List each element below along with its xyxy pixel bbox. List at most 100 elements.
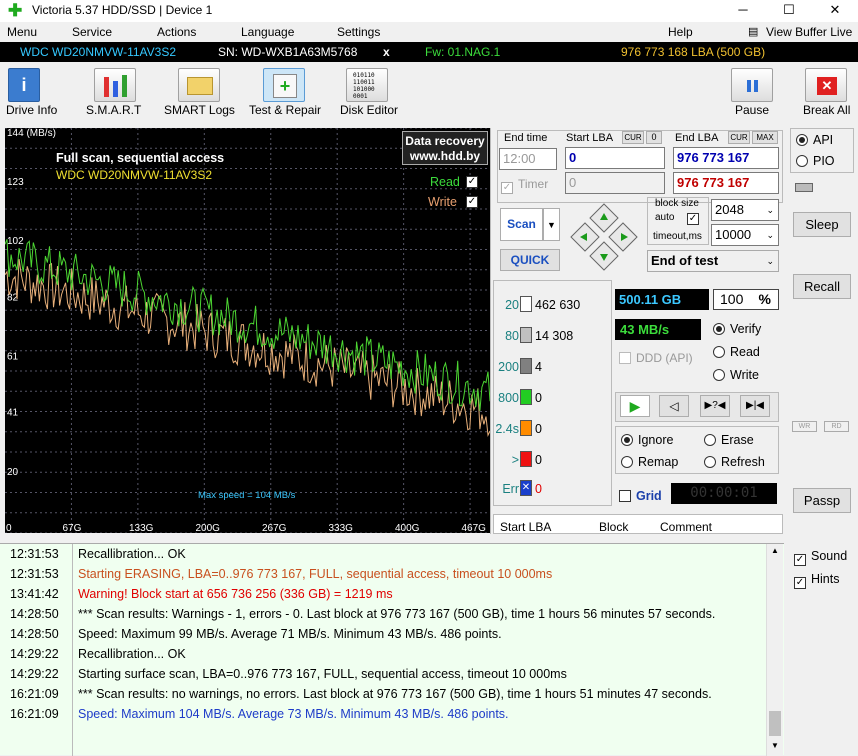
view-buffer-live[interactable]: View Buffer Live	[766, 25, 852, 39]
timer-value: 0	[569, 175, 577, 190]
pause-icon	[747, 80, 751, 92]
block-size-select[interactable]: 2048 ⌄	[711, 199, 779, 221]
col-block[interactable]: Block	[599, 520, 628, 534]
latency-label: 800	[498, 391, 519, 405]
timeout-select[interactable]: 10000 ⌄	[711, 224, 779, 246]
pause-button[interactable]	[731, 68, 773, 102]
grid-row[interactable]: Grid	[619, 489, 662, 503]
minimize-button[interactable]: ─	[720, 0, 766, 22]
break-all-button[interactable]: ✕	[805, 68, 847, 102]
passp-button[interactable]: Passp	[793, 488, 851, 513]
erase-radio[interactable]: Erase	[704, 433, 754, 447]
y-tick-label: 102	[7, 236, 24, 247]
recall-button[interactable]: Recall	[793, 274, 851, 299]
menu-service[interactable]: Service	[72, 25, 112, 39]
read-radio[interactable]: Read	[713, 345, 760, 359]
direction-pad[interactable]	[570, 203, 638, 271]
refresh-radio[interactable]: Refresh	[704, 455, 765, 469]
log-message: *** Scan results: no warnings, no errors…	[78, 687, 712, 701]
maximize-button[interactable]: ☐	[766, 0, 812, 22]
sleep-button[interactable]: Sleep	[793, 212, 851, 237]
menu-menu[interactable]: Menu	[7, 25, 37, 39]
end-cur-button[interactable]: CUR	[728, 131, 750, 144]
test-tubes-icon-3	[122, 75, 127, 97]
latency-count: 14 308	[535, 329, 574, 343]
end-lba-current-field[interactable]: 976 773 167	[673, 172, 779, 194]
play-button[interactable]: ▶	[620, 395, 650, 417]
start-zero-button[interactable]: 0	[646, 131, 662, 144]
col-start-lba[interactable]: Start LBA	[500, 520, 551, 534]
timer-field[interactable]: 0	[565, 172, 665, 194]
chevron-down-icon: ⌄	[766, 256, 774, 266]
disk-editor-button[interactable]: 010110 110011 101000 0001	[346, 68, 388, 102]
end-lba-value: 976 773 167	[677, 150, 750, 165]
test-repair-button[interactable]: +	[263, 68, 305, 102]
read-checkbox[interactable]: ✓	[466, 176, 478, 188]
auto-checkbox[interactable]: ✓	[687, 213, 699, 225]
scroll-thumb[interactable]	[769, 711, 781, 736]
write-radio[interactable]: Write	[713, 368, 759, 382]
grid-checkbox[interactable]	[619, 490, 631, 502]
jump-button[interactable]: ▶?◀	[700, 395, 730, 417]
write-checkbox[interactable]: ✓	[466, 196, 478, 208]
ddd-api-checkbox[interactable]	[619, 352, 631, 364]
pio-radio[interactable]: PIO	[796, 154, 835, 168]
start-lba-value: 0	[569, 150, 577, 165]
end-of-test-value: End of test	[651, 253, 719, 268]
end-max-button[interactable]: MAX	[752, 131, 778, 144]
rd-indicator: RD	[824, 421, 849, 432]
menu-help[interactable]: Help	[668, 25, 693, 39]
log-scrollbar[interactable]: ▲ ▼	[766, 544, 783, 756]
x-tick-label: 267G	[262, 523, 287, 533]
smart-logs-label: SMART Logs	[164, 103, 235, 117]
log-message: Speed: Maximum 99 MB/s. Average 71 MB/s.…	[78, 627, 502, 641]
test-repair-label: Test & Repair	[249, 103, 322, 117]
menu-settings[interactable]: Settings	[337, 25, 380, 39]
sound-row[interactable]: ✓ Sound	[794, 549, 847, 566]
col-comment[interactable]: Comment	[660, 520, 712, 534]
firmware: Fw: 01.NAG.1	[425, 45, 501, 59]
end-time-field[interactable]: 12:00	[499, 148, 557, 170]
start-cur-button[interactable]: CUR	[622, 131, 644, 144]
verify-radio[interactable]: Verify	[713, 322, 761, 336]
end-of-test-select[interactable]: End of test ⌄	[647, 250, 779, 272]
timer-checkbox[interactable]: ✓	[501, 182, 513, 194]
sound-checkbox[interactable]: ✓	[794, 554, 806, 566]
smart-button[interactable]	[94, 68, 136, 102]
smart-logs-button[interactable]	[178, 68, 220, 102]
gb-display: 500.11 GB	[615, 289, 709, 310]
rewind-button[interactable]: ◁	[659, 395, 689, 417]
plus-icon: +	[273, 74, 297, 98]
elapsed-timer: 00:00:01	[671, 483, 777, 504]
latency-count: 0	[535, 422, 542, 436]
ignore-radio[interactable]: Ignore	[621, 433, 673, 447]
menu-actions[interactable]: Actions	[157, 25, 196, 39]
data-recovery-badge[interactable]: Data recovery www.hdd.by	[402, 131, 488, 165]
hints-checkbox[interactable]: ✓	[794, 577, 806, 589]
scroll-down-icon[interactable]: ▼	[771, 741, 779, 750]
close-button[interactable]: ✕	[812, 0, 858, 22]
menu-language[interactable]: Language	[241, 25, 294, 39]
close-device-button[interactable]: x	[383, 42, 390, 62]
speed-graph-canvas: 123102826141200 67G 133G 200G 267G 333G 400G 46…	[5, 128, 490, 533]
view-buffer-icon: ▤	[748, 26, 759, 38]
drive-info-button[interactable]: i	[8, 68, 40, 102]
sleep-label: Sleep	[805, 217, 839, 232]
skip-button[interactable]: ▶|◀	[740, 395, 770, 417]
quick-button[interactable]: QUICK	[500, 249, 560, 271]
latency-count: 0	[535, 453, 542, 467]
hints-row[interactable]: ✓ Hints	[794, 572, 839, 589]
refresh-label: Refresh	[721, 455, 765, 469]
scroll-up-icon[interactable]: ▲	[771, 546, 779, 555]
end-lba-field[interactable]: 976 773 167	[673, 147, 779, 169]
timer-checkbox-row[interactable]: ✓ Timer	[501, 177, 548, 194]
api-radio[interactable]: API	[796, 133, 833, 147]
remap-radio[interactable]: Remap	[621, 455, 678, 469]
quick-label: QUICK	[510, 253, 550, 267]
scan-button[interactable]: Scan	[500, 208, 543, 241]
log-message: Speed: Maximum 104 MB/s. Average 73 MB/s…	[78, 707, 509, 721]
ddd-api-row[interactable]: DDD (API)	[619, 351, 693, 365]
x-tick-label: 0	[6, 523, 12, 533]
scan-dropdown[interactable]: ▼	[543, 208, 560, 241]
start-lba-field[interactable]: 0	[565, 147, 665, 169]
